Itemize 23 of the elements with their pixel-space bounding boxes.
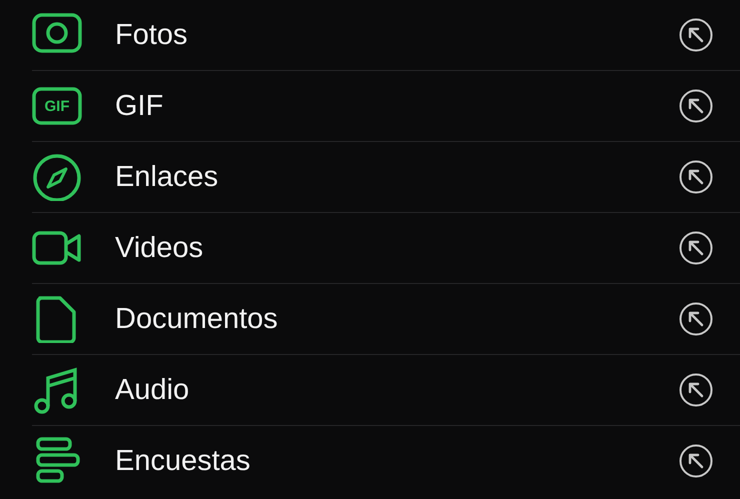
arrow-circle-icon — [679, 160, 713, 194]
arrow-circle-icon — [679, 444, 713, 478]
compass-icon — [32, 153, 82, 201]
item-label: Audio — [115, 374, 190, 406]
item-label: GIF — [115, 90, 164, 122]
item-label: Documentos — [115, 302, 279, 336]
item-label: Enlaces — [115, 160, 220, 194]
item-label: Videos — [115, 232, 204, 264]
list-item[interactable]: Enlaces — [32, 142, 740, 213]
arrow-circle-icon — [679, 89, 713, 123]
arrow-circle-icon — [679, 302, 713, 336]
list-item[interactable]: Audio — [32, 355, 740, 426]
list-item[interactable]: GIF GIF — [32, 71, 740, 142]
arrow-circle-icon — [679, 231, 713, 265]
arrow-circle-icon — [679, 373, 713, 407]
list-item[interactable]: Fotos — [32, 0, 740, 71]
list-item[interactable]: Encuestas — [32, 426, 740, 496]
list-item[interactable]: Videos — [32, 213, 740, 284]
item-label: Encuestas — [115, 444, 252, 478]
arrow-circle-icon — [679, 18, 713, 52]
list-item[interactable]: Documentos — [32, 284, 740, 355]
gif-icon: GIF — [32, 86, 82, 126]
item-label: Fotos — [115, 18, 189, 52]
